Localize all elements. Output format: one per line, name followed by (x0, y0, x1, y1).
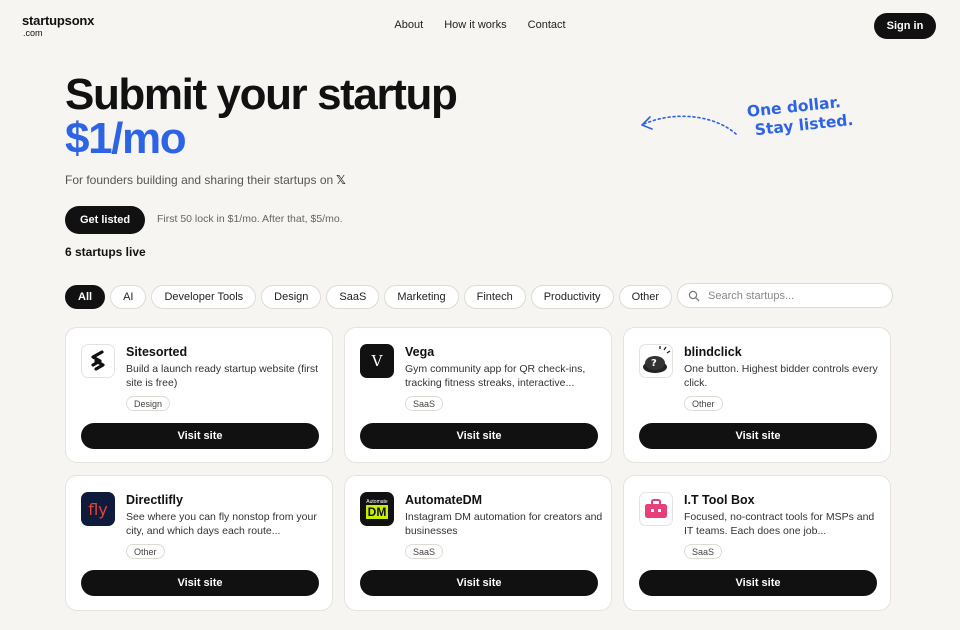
startup-description: See where you can fly nonstop from your … (126, 511, 317, 537)
automatedm-logo-icon: Automate DM (360, 492, 394, 526)
visit-site-button[interactable]: Visit site (81, 570, 319, 596)
search-box[interactable] (677, 283, 893, 308)
startup-name[interactable]: Vega (405, 345, 434, 359)
category-tag: SaaS (405, 544, 444, 559)
category-tag: SaaS (405, 396, 444, 411)
filter-ai[interactable]: AI (110, 285, 147, 309)
startup-grid: Sitesorted Build a launch ready startup … (65, 327, 891, 611)
visit-site-button[interactable]: Visit site (81, 423, 319, 449)
live-count: 6 startups live (65, 245, 146, 259)
nav-how-it-works[interactable]: How it works (444, 19, 506, 31)
startup-card: I.T Tool Box Focused, no-contract tools … (623, 475, 891, 611)
pricing-note: First 50 lock in $1/mo. After that, $5/m… (157, 213, 343, 225)
filter-developer-tools[interactable]: Developer Tools (151, 285, 257, 309)
automatedm-logo-text: DM (365, 505, 389, 519)
nav-contact[interactable]: Contact (528, 19, 566, 31)
svg-text:?: ? (651, 358, 657, 369)
filter-design[interactable]: Design (261, 285, 322, 309)
page-title: Submit your startup (65, 70, 458, 119)
sign-in-button[interactable]: Sign in (874, 13, 936, 39)
startup-name[interactable]: blindclick (684, 345, 742, 359)
hero-subtitle-text: For founders building and sharing their … (65, 173, 334, 187)
category-filters: All AI Developer Tools Design SaaS Marke… (65, 285, 673, 309)
startup-name[interactable]: I.T Tool Box (684, 493, 755, 507)
visit-site-button[interactable]: Visit site (639, 423, 877, 449)
startup-card: fly Directlifly See where you can fly no… (65, 475, 333, 611)
startup-card: V Vega Gym community app for QR check-in… (344, 327, 612, 463)
visit-site-button[interactable]: Visit site (360, 423, 598, 449)
price-headline: $1/mo (65, 114, 187, 163)
startup-name[interactable]: Directlifly (126, 493, 183, 507)
get-listed-button[interactable]: Get listed (65, 206, 145, 234)
category-tag: Design (126, 396, 171, 411)
startup-description: Focused, no-contract tools for MSPs and … (684, 511, 875, 537)
directlifly-logo-text: fly (88, 499, 108, 519)
sitesorted-logo-icon (81, 344, 115, 378)
startup-description: Instagram DM automation for creators and… (405, 511, 603, 537)
vega-logo-icon: V (360, 344, 394, 378)
filter-marketing[interactable]: Marketing (384, 285, 459, 309)
category-tag: Other (684, 396, 723, 411)
x-logo-icon: 𝕏 (336, 173, 346, 187)
curved-arrow-icon (641, 115, 737, 135)
search-input[interactable] (708, 289, 878, 302)
startup-name[interactable]: Sitesorted (126, 345, 187, 359)
startup-card: ? blindclick One button. Highest bidder … (623, 327, 891, 463)
hand-note: One dollar. Stay listed. (746, 92, 854, 141)
startup-card: Sitesorted Build a launch ready startup … (65, 327, 333, 463)
startup-description: Build a launch ready startup website (fi… (126, 363, 319, 389)
category-tag: SaaS (684, 544, 723, 559)
blindclick-logo-icon: ? (639, 344, 673, 378)
filter-all[interactable]: All (65, 285, 106, 309)
startup-description: Gym community app for QR check-ins, trac… (405, 363, 586, 389)
top-nav: About How it works Contact (0, 19, 960, 31)
nav-about[interactable]: About (394, 19, 423, 31)
search-icon (688, 290, 700, 301)
visit-site-button[interactable]: Visit site (360, 570, 598, 596)
startup-name[interactable]: AutomateDM (405, 493, 482, 507)
filter-other[interactable]: Other (618, 285, 673, 309)
category-tag: Other (126, 544, 165, 559)
startup-card: Automate DM AutomateDM Instagram DM auto… (344, 475, 612, 611)
startup-description: One button. Highest bidder controls ever… (684, 363, 878, 389)
directlifly-logo-icon: fly (81, 492, 115, 526)
toolbox-logo-icon (639, 492, 673, 526)
visit-site-button[interactable]: Visit site (639, 570, 877, 596)
filter-fintech[interactable]: Fintech (463, 285, 526, 309)
hero-subtitle: For founders building and sharing their … (65, 173, 346, 187)
filter-saas[interactable]: SaaS (326, 285, 380, 309)
filter-productivity[interactable]: Productivity (530, 285, 614, 309)
